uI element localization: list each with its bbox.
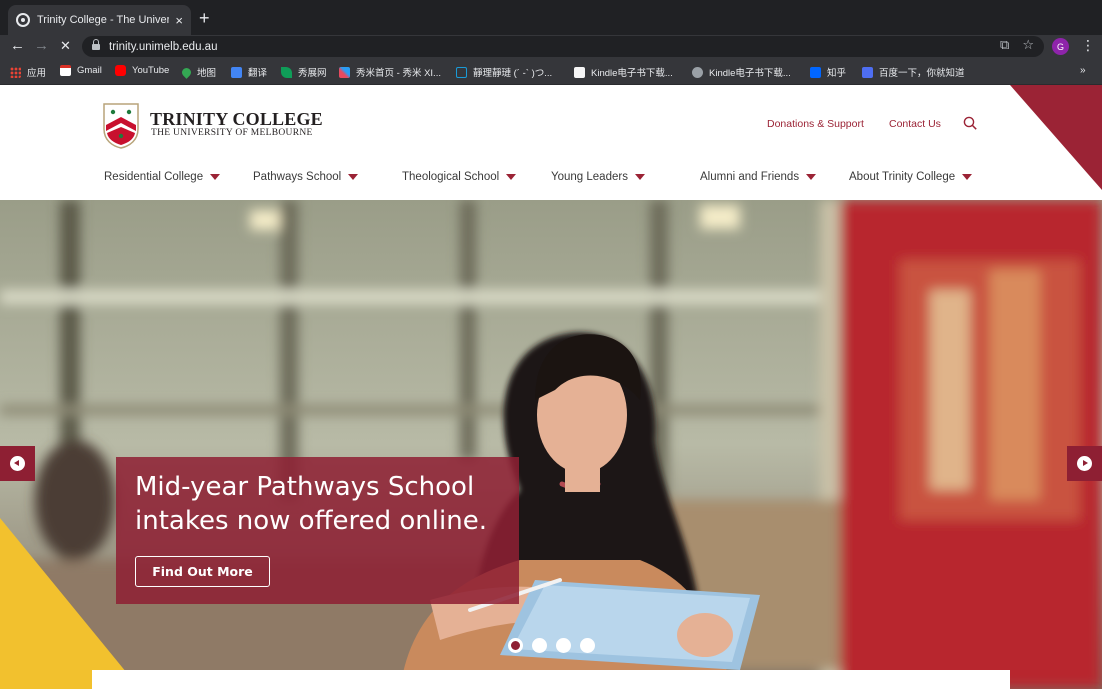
stop-loading-button[interactable]: ✕ — [60, 37, 71, 55]
caret-down-icon — [210, 174, 221, 180]
bookmark-xiumi[interactable]: 秀米首页 - 秀米 XI... — [339, 65, 441, 79]
carousel-dot-3[interactable] — [556, 638, 571, 653]
forward-button[interactable]: → — [34, 37, 49, 55]
bookmark-kindle-1[interactable]: Kindle电子书下载... — [574, 65, 673, 79]
baidu-icon — [862, 66, 873, 78]
bookmark-apps[interactable]: 应用 — [10, 65, 46, 79]
hero-caption-text: Mid-year Pathways School intakes now off… — [135, 472, 487, 536]
nav-alumni-and-friends[interactable]: Alumni and Friends — [700, 171, 817, 183]
bookmark-youtube[interactable]: YouTube — [115, 65, 169, 76]
caret-down-icon — [962, 174, 973, 180]
more-bookmarks-icon[interactable]: » — [1080, 65, 1086, 76]
bookmark-zhihu[interactable]: 知乎 — [810, 65, 846, 79]
maps-pin-icon — [180, 65, 193, 79]
bookmark-gmail[interactable]: Gmail — [60, 65, 102, 76]
hero-carousel: Mid-year Pathways School intakes now off… — [0, 200, 1102, 689]
xiumi-icon — [339, 66, 350, 78]
content-card-top-edge — [92, 670, 1010, 689]
carousel-prev-button[interactable] — [0, 446, 35, 481]
nav-pathways-school[interactable]: Pathways School — [253, 171, 359, 183]
zhihu-icon — [810, 66, 821, 78]
browser-toolbar: ← → ✕ trinity.unimelb.edu.au ⧉ ☆ G ⋮ — [0, 35, 1102, 59]
nav-residential-college[interactable]: Residential College — [104, 171, 221, 183]
hero-caption: Mid-year Pathways School intakes now off… — [116, 457, 519, 604]
bookmark-jingli[interactable]: 靜理靜璉 (´ -` )つ... — [456, 65, 552, 79]
bookmark-translate[interactable]: 翻译 — [231, 65, 267, 79]
translate-app-icon — [231, 66, 242, 78]
url-text[interactable]: trinity.unimelb.edu.au — [109, 41, 217, 53]
lock-icon — [92, 39, 100, 51]
tv-icon — [456, 66, 467, 78]
back-button[interactable]: ← — [10, 37, 25, 55]
browser-menu-icon[interactable]: ⋮ — [1081, 37, 1095, 54]
donations-support-link[interactable]: Donations & Support — [767, 118, 864, 130]
browser-tabstrip: Trinity College - The University × + — [0, 0, 1102, 35]
leaf-icon — [281, 66, 292, 78]
logo-subtitle: THE UNIVERSITY OF MELBOURNE — [151, 128, 313, 138]
tab-title: Trinity College - The University — [37, 14, 170, 26]
caret-down-icon — [634, 174, 645, 180]
contact-us-link[interactable]: Contact Us — [889, 118, 941, 130]
bookmarks-bar: 应用 Gmail YouTube 地图 翻译 秀展网 秀米首页 - 秀米 XI.… — [0, 59, 1102, 85]
logo-title[interactable]: TRINITY COLLEGE — [150, 109, 323, 130]
bookmark-maps[interactable]: 地图 — [180, 65, 216, 79]
bookmark-kindle-2[interactable]: Kindle电子书下载... — [692, 65, 791, 79]
amazon-icon — [574, 66, 585, 78]
bookmark-xiuzhan[interactable]: 秀展网 — [281, 65, 327, 79]
profile-avatar[interactable]: G — [1052, 38, 1069, 55]
caret-down-icon — [806, 174, 817, 180]
site-favicon-icon — [16, 13, 30, 27]
bookmark-star-icon[interactable]: ☆ — [1022, 37, 1034, 53]
bookmark-baidu[interactable]: 百度一下，你就知道 — [862, 65, 965, 79]
nav-young-leaders[interactable]: Young Leaders — [551, 171, 645, 183]
carousel-pagination — [508, 638, 595, 653]
chevron-right-icon — [1077, 456, 1092, 471]
browser-tab[interactable]: Trinity College - The University × — [8, 5, 191, 35]
gmail-icon — [60, 65, 71, 76]
search-icon[interactable] — [963, 116, 977, 130]
address-bar[interactable]: trinity.unimelb.edu.au ⧉ ☆ — [82, 36, 1044, 57]
apps-grid-icon — [10, 66, 21, 78]
carousel-dot-2[interactable] — [532, 638, 547, 653]
youtube-icon — [115, 65, 126, 76]
close-tab-icon[interactable]: × — [175, 13, 183, 28]
caret-down-icon — [506, 174, 517, 180]
site-header: TRINITY COLLEGE THE UNIVERSITY OF MELBOU… — [0, 85, 1102, 200]
hero-photo-student-with-tablet — [0, 200, 1102, 689]
chevron-left-icon — [10, 456, 25, 471]
new-tab-button[interactable]: + — [199, 9, 210, 27]
globe-icon — [692, 66, 703, 78]
corner-accent-decoration — [1010, 85, 1102, 190]
carousel-dot-4[interactable] — [580, 638, 595, 653]
translate-icon[interactable]: ⧉ — [1000, 37, 1009, 53]
carousel-dot-1[interactable] — [508, 638, 523, 653]
find-out-more-button[interactable]: Find Out More — [135, 556, 270, 587]
nav-theological-school[interactable]: Theological School — [402, 171, 517, 183]
nav-about-trinity-college[interactable]: About Trinity College — [849, 171, 973, 183]
caret-down-icon — [348, 174, 359, 180]
trinity-crest-logo[interactable] — [103, 103, 139, 149]
carousel-next-button[interactable] — [1067, 446, 1102, 481]
